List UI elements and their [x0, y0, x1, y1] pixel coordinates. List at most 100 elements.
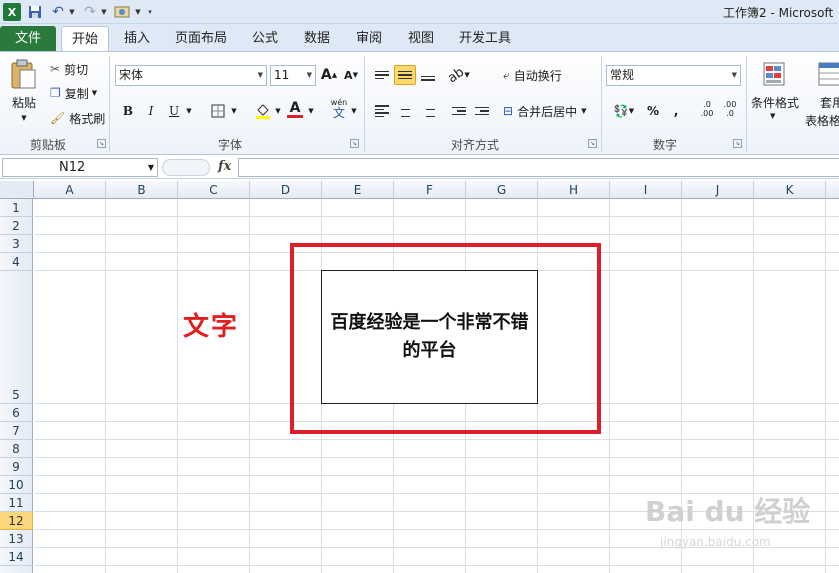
font-color-button[interactable]: A: [284, 99, 306, 119]
bold-button[interactable]: B: [117, 101, 139, 121]
column-header[interactable]: E: [322, 181, 394, 199]
row-header[interactable]: 10: [0, 476, 33, 494]
row-header[interactable]: 3: [0, 235, 33, 253]
excel-logo-icon[interactable]: X: [3, 3, 21, 21]
border-dropdown-icon[interactable]: ▼: [228, 101, 240, 121]
orientation-button[interactable]: ab ▼: [445, 64, 470, 86]
cut-button[interactable]: ✂ 剪切: [50, 60, 88, 78]
row-header-active[interactable]: 12: [0, 512, 33, 530]
tab-formulas[interactable]: 公式: [242, 26, 288, 51]
underline-dropdown-icon[interactable]: ▼: [183, 101, 195, 121]
conditional-format-button[interactable]: 条件格式: [751, 94, 799, 111]
row-header[interactable]: 9: [0, 458, 33, 476]
redo-icon[interactable]: ↷: [82, 3, 98, 21]
font-color-dropdown-icon[interactable]: ▼: [305, 101, 317, 121]
row-header[interactable]: 13: [0, 530, 33, 548]
align-left-button[interactable]: [371, 101, 393, 121]
comma-button[interactable]: ,: [665, 101, 687, 121]
formula-input[interactable]: [238, 158, 839, 177]
table-format-label-top[interactable]: 套用: [820, 94, 839, 111]
column-header[interactable]: I: [610, 181, 682, 199]
accounting-format-button[interactable]: 💱 ▼: [610, 101, 638, 121]
shrink-font-button[interactable]: A ▼: [340, 65, 362, 85]
italic-button[interactable]: I: [140, 101, 162, 121]
increase-indent-button[interactable]: [471, 101, 493, 121]
select-all-corner[interactable]: [0, 181, 34, 199]
column-header[interactable]: A: [34, 181, 106, 199]
tab-file[interactable]: 文件: [0, 26, 56, 51]
align-bottom-button[interactable]: [417, 65, 439, 85]
column-header[interactable]: [826, 181, 839, 199]
column-header[interactable]: B: [106, 181, 178, 199]
clipboard-launcher-icon[interactable]: ↘: [97, 139, 106, 148]
insert-function-icon[interactable]: fx: [218, 159, 231, 174]
tab-review[interactable]: 审阅: [346, 26, 392, 51]
font-size-select[interactable]: 11 ▼: [270, 65, 316, 86]
column-header[interactable]: H: [538, 181, 610, 199]
number-launcher-icon[interactable]: ↘: [733, 139, 742, 148]
border-button[interactable]: [207, 101, 229, 121]
column-header[interactable]: G: [466, 181, 538, 199]
paste-button[interactable]: 粘贴: [8, 94, 40, 110]
table-format-icon[interactable]: [815, 58, 839, 92]
copy-button[interactable]: ❐ 复制 ▼: [50, 84, 97, 102]
row-header[interactable]: 6: [0, 404, 33, 422]
row-header[interactable]: 1: [0, 199, 33, 217]
grow-font-button[interactable]: A ▲: [318, 65, 340, 85]
row-header[interactable]: 7: [0, 422, 33, 440]
column-header[interactable]: D: [250, 181, 322, 199]
tab-insert[interactable]: 插入: [113, 26, 161, 51]
copy-dropdown-icon[interactable]: ▼: [92, 89, 97, 97]
row-header[interactable]: [0, 566, 33, 573]
wrap-text-button[interactable]: ⤶ 自动换行: [503, 65, 562, 85]
merge-dropdown-icon[interactable]: ▼: [581, 107, 586, 115]
number-format-select[interactable]: 常规 ▼: [606, 65, 741, 86]
conditional-format-icon[interactable]: [760, 58, 790, 92]
row-header[interactable]: 8: [0, 440, 33, 458]
sheet-textbox[interactable]: 百度经验是一个非常不错的平台: [321, 270, 538, 404]
tab-data[interactable]: 数据: [294, 26, 340, 51]
column-header[interactable]: K: [754, 181, 826, 199]
redo-dropdown-icon[interactable]: ▼: [100, 3, 108, 21]
undo-icon[interactable]: ↶: [50, 3, 66, 21]
decrease-decimal-button[interactable]: .00.0: [719, 99, 741, 119]
row-header[interactable]: 11: [0, 494, 33, 512]
table-format-button[interactable]: 表格格: [805, 112, 839, 129]
fill-color-dropdown-icon[interactable]: ▼: [272, 101, 284, 121]
row-header[interactable]: 4: [0, 253, 33, 271]
save-icon[interactable]: [27, 3, 43, 21]
conditional-format-dropdown-icon[interactable]: ▼: [770, 112, 775, 120]
font-name-select[interactable]: 宋体 ▼: [115, 65, 267, 86]
column-header[interactable]: C: [178, 181, 250, 199]
align-middle-button[interactable]: [394, 65, 416, 85]
tab-view[interactable]: 视图: [398, 26, 444, 51]
fill-color-button[interactable]: [252, 101, 274, 121]
tab-page-layout[interactable]: 页面布局: [168, 26, 234, 51]
custom-dropdown-icon[interactable]: ▼: [134, 3, 142, 21]
format-painter-button[interactable]: 🖌 格式刷: [50, 109, 105, 127]
align-top-button[interactable]: [371, 65, 393, 85]
undo-dropdown-icon[interactable]: ▼: [68, 3, 76, 21]
merge-center-button[interactable]: ⊟ 合并后居中 ▼: [503, 101, 586, 121]
underline-button[interactable]: U: [163, 101, 185, 121]
font-launcher-icon[interactable]: ↘: [350, 139, 359, 148]
paste-dropdown-icon[interactable]: ▼: [16, 112, 32, 124]
tab-home[interactable]: 开始: [61, 26, 109, 51]
tab-developer[interactable]: 开发工具: [452, 26, 518, 51]
column-header[interactable]: F: [394, 181, 466, 199]
row-header[interactable]: 5: [0, 271, 33, 404]
formula-splitter[interactable]: [162, 159, 210, 176]
align-center-button[interactable]: [394, 101, 416, 121]
paste-icon[interactable]: [6, 56, 40, 92]
alignment-launcher-icon[interactable]: ↘: [588, 139, 597, 148]
increase-decimal-button[interactable]: .0.00: [696, 99, 718, 119]
decrease-indent-button[interactable]: [448, 101, 470, 121]
customize-toolbar-icon[interactable]: ▾: [144, 3, 156, 21]
percent-button[interactable]: %: [642, 101, 664, 121]
phonetic-dropdown-icon[interactable]: ▼: [348, 101, 360, 121]
align-right-button[interactable]: [417, 101, 439, 121]
row-header[interactable]: 2: [0, 217, 33, 235]
column-header[interactable]: J: [682, 181, 754, 199]
name-box[interactable]: N12 ▼: [2, 158, 158, 177]
row-header[interactable]: 14: [0, 548, 33, 566]
